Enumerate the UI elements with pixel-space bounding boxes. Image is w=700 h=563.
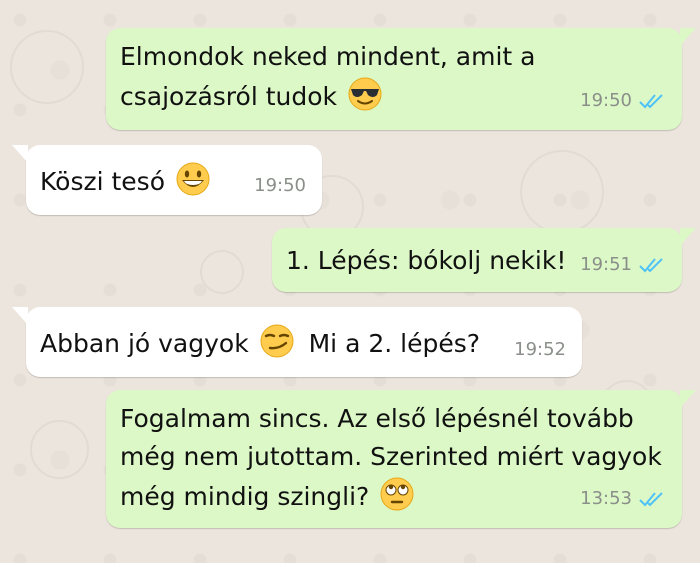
message-meta: 19:52 — [514, 331, 566, 369]
bubble-tail — [12, 307, 28, 325]
message-text-line: Köszi tesó — [40, 161, 211, 201]
message-bubble-outgoing[interactable]: Elmondok neked mindent, amit a csajozásr… — [106, 28, 696, 130]
message-text-line: Elmondok neked mindent, amit a — [120, 42, 536, 71]
message-bubble-outgoing[interactable]: Fogalmam sincs. Az első lépésnél tovább … — [106, 390, 696, 528]
smirking-face-emoji-icon — [260, 324, 294, 358]
message-time: 19:52 — [514, 339, 566, 360]
message-meta: 19:51 — [580, 246, 666, 284]
grinning-face-emoji-icon — [176, 162, 210, 196]
message-time: 19:50 — [254, 175, 306, 196]
message-meta: 19:50 — [580, 82, 666, 120]
wallpaper-doodle — [520, 150, 604, 234]
message-text: még mindig szingli? — [120, 482, 370, 511]
message-bubble-outgoing[interactable]: 1. Lépés: bókolj nekik! 19:51 — [272, 228, 696, 292]
bubble-tail — [680, 228, 696, 246]
message-meta: 19:50 — [254, 167, 306, 205]
message-bubble-incoming[interactable]: Köszi tesó 19:50 — [12, 145, 322, 215]
message-text-line: Abban jó vagyok Mi a 2. lépés? — [40, 323, 480, 363]
message-text-line: 1. Lépés: bókolj nekik! — [286, 246, 567, 275]
bubble-tail — [680, 390, 696, 408]
message-text: Abban jó vagyok — [40, 329, 249, 358]
wallpaper-doodle — [30, 420, 89, 479]
message-meta: 13:53 — [580, 480, 666, 518]
double-check-read-icon — [639, 258, 663, 273]
message-text: csajozásról tudok — [120, 82, 338, 111]
sunglasses-emoji-icon — [348, 77, 382, 111]
wallpaper-doodle — [200, 250, 244, 294]
message-text-line: még mindig szingli? — [120, 476, 415, 516]
chat-area[interactable]: Elmondok neked mindent, amit a csajozásr… — [0, 0, 700, 563]
message-time: 19:50 — [580, 90, 632, 111]
rolling-eyes-emoji-icon — [380, 477, 414, 511]
bubble-tail — [680, 28, 696, 46]
double-check-read-icon — [639, 94, 663, 109]
message-text: Köszi tesó — [40, 167, 165, 196]
message-text: Mi a 2. lépés? — [308, 329, 481, 358]
message-text-line: csajozásról tudok — [120, 76, 383, 116]
message-time: 13:53 — [580, 488, 632, 509]
bubble-tail — [12, 145, 28, 163]
message-text-line: Fogalmam sincs. Az első lépésnél tovább — [120, 404, 634, 433]
message-bubble-incoming[interactable]: Abban jó vagyok Mi a 2. lépés? 19:52 — [12, 307, 582, 377]
double-check-read-icon — [639, 492, 663, 507]
message-text-line: még nem jutottam. Szerinted miért vagyok — [120, 442, 662, 471]
wallpaper-doodle — [10, 30, 84, 104]
message-time: 19:51 — [580, 254, 632, 275]
